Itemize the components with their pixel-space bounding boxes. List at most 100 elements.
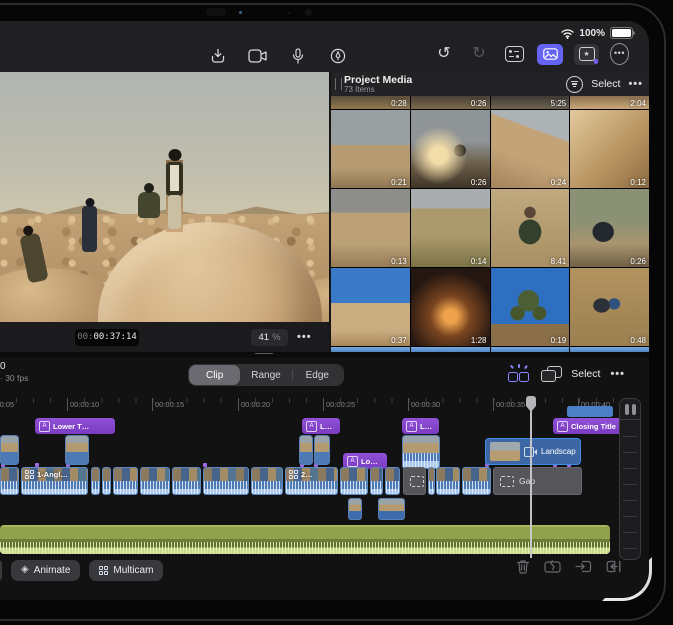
media-thumb[interactable]: 0:28 xyxy=(331,96,410,109)
pane-drag-handle[interactable] xyxy=(335,78,342,90)
media-thumb[interactable]: 0:14 xyxy=(411,189,490,267)
clip-thumbnail-strip xyxy=(141,468,169,482)
primary-clip[interactable] xyxy=(385,467,400,495)
clip-thumbnail-strip xyxy=(341,468,367,482)
playhead-handle[interactable] xyxy=(526,396,536,412)
primary-clip[interactable] xyxy=(370,467,383,495)
primary-clip[interactable] xyxy=(113,467,138,495)
connected-clip-below[interactable] xyxy=(348,498,362,520)
primary-clip[interactable] xyxy=(462,467,491,495)
clip-waveform xyxy=(103,481,110,494)
primary-clip[interactable] xyxy=(172,467,201,495)
connected-clip[interactable] xyxy=(65,435,89,465)
blade-split-icon[interactable] xyxy=(544,559,561,574)
clip-duration: 0:28 xyxy=(391,99,407,108)
media-thumb[interactable]: 2:04 xyxy=(570,96,649,109)
primary-clip[interactable] xyxy=(340,467,368,495)
media-thumb[interactable]: 0:24 xyxy=(491,110,570,188)
wifi-icon xyxy=(561,28,574,39)
gap-clip[interactable]: Gap xyxy=(493,467,582,495)
playhead-line[interactable] xyxy=(530,396,532,558)
clip-duration: 0:14 xyxy=(471,257,487,266)
partial-button[interactable] xyxy=(0,560,2,581)
clip-waveform xyxy=(204,481,248,494)
gap-clip[interactable]: G xyxy=(403,467,426,495)
clip-thumbnail-strip xyxy=(114,468,137,482)
viewer-more-icon[interactable]: ••• xyxy=(297,331,312,343)
media-thumb[interactable]: 0:21 xyxy=(331,110,410,188)
clip-duration: 0:12 xyxy=(630,178,646,187)
import-icon[interactable] xyxy=(206,45,230,67)
browser-select-button[interactable]: Select xyxy=(591,78,620,90)
clip-thumbnail-strip xyxy=(463,468,490,482)
media-thumb[interactable]: 0:37 xyxy=(331,268,410,346)
title-clip[interactable]: ALow… xyxy=(402,418,439,434)
zoom-level[interactable]: 41% xyxy=(251,329,288,346)
connected-clip[interactable] xyxy=(314,435,330,465)
filter-icon[interactable] xyxy=(566,76,583,93)
clip-thumbnail-strip xyxy=(92,468,99,482)
primary-clip[interactable] xyxy=(0,467,19,495)
media-thumb[interactable]: 5:25 xyxy=(491,96,570,109)
animate-button[interactable]: ◈Animate xyxy=(11,560,80,581)
pencil-icon[interactable] xyxy=(326,45,350,67)
clip-label-row: 2… xyxy=(289,470,313,479)
camera-icon[interactable] xyxy=(246,45,270,67)
media-thumb[interactable]: 8:41 xyxy=(491,189,570,267)
music-clip[interactable] xyxy=(0,525,610,554)
clip-thumbnail-strip xyxy=(437,468,459,482)
clip-thumbnail-strip xyxy=(386,468,399,482)
multicam-button[interactable]: Multicam xyxy=(89,560,163,581)
media-thumb[interactable]: 1:28 xyxy=(411,268,490,346)
undo-icon[interactable]: ↺ xyxy=(432,43,456,65)
browser-more-icon[interactable]: ••• xyxy=(628,78,643,90)
clip-duration: 8:41 xyxy=(551,257,567,266)
primary-clip[interactable]: 1-Angl… xyxy=(21,467,88,495)
title-clip[interactable]: ALower T… xyxy=(35,418,115,434)
connected-storyline-bar[interactable] xyxy=(567,406,613,417)
connected-clip[interactable] xyxy=(299,435,313,465)
media-thumb[interactable]: 0:26 xyxy=(570,189,649,267)
title-clip-label: Lower… xyxy=(361,457,383,466)
connected-clip[interactable] xyxy=(402,435,440,469)
title-clip[interactable]: ALow… xyxy=(302,418,340,434)
media-browser-pane: Project Media 73 Items Select ••• 0:280:… xyxy=(331,72,649,352)
media-thumb[interactable]: 0:19 xyxy=(491,268,570,346)
media-thumb[interactable]: 0:12 xyxy=(570,110,649,188)
toolbar-right-group: ↺ ↻ ★ ••• xyxy=(432,43,629,65)
clip-thumbnail xyxy=(300,436,312,453)
media-thumb[interactable]: 0:48 xyxy=(570,268,649,346)
primary-clip[interactable] xyxy=(251,467,283,495)
title-clip-label: Lower T… xyxy=(53,422,89,431)
media-thumb[interactable]: 0:26 xyxy=(411,96,490,109)
insert-clip-icon[interactable] xyxy=(575,559,592,574)
microphone-icon[interactable] xyxy=(286,45,310,67)
primary-clip[interactable] xyxy=(203,467,249,495)
track-height-slider[interactable] xyxy=(619,398,641,560)
camera-lens xyxy=(305,9,312,16)
primary-clip[interactable] xyxy=(102,467,111,495)
media-thumb[interactable]: 0:26 xyxy=(411,110,490,188)
connected-clip-landscape[interactable]: Landscap… xyxy=(485,438,581,465)
connected-clip-below[interactable] xyxy=(378,498,405,520)
viewer-pane: 00:00:37:14 41% ••• xyxy=(0,72,329,352)
primary-clip[interactable] xyxy=(140,467,170,495)
viewer-video-frame[interactable] xyxy=(0,72,329,322)
primary-clip[interactable] xyxy=(91,467,100,495)
inspector-icon[interactable] xyxy=(502,43,526,65)
primary-clip[interactable] xyxy=(436,467,460,495)
timecode-display[interactable]: 00:00:37:14 xyxy=(75,329,139,346)
gap-label: Gap xyxy=(519,476,535,486)
title-clip[interactable]: AClosing Title xyxy=(553,418,623,434)
primary-clip[interactable] xyxy=(428,467,435,495)
effects-icon[interactable]: ★ xyxy=(574,44,599,65)
redo-icon[interactable]: ↻ xyxy=(467,43,491,65)
primary-clip[interactable]: 2… xyxy=(285,467,338,495)
media-browser-icon[interactable] xyxy=(537,44,563,65)
delete-icon[interactable] xyxy=(516,559,530,574)
title-badge: A xyxy=(347,456,358,467)
media-thumb[interactable]: 0:13 xyxy=(331,189,410,267)
more-icon[interactable]: ••• xyxy=(610,43,629,65)
clip-waveform xyxy=(1,481,18,494)
connected-clip[interactable] xyxy=(0,435,19,465)
